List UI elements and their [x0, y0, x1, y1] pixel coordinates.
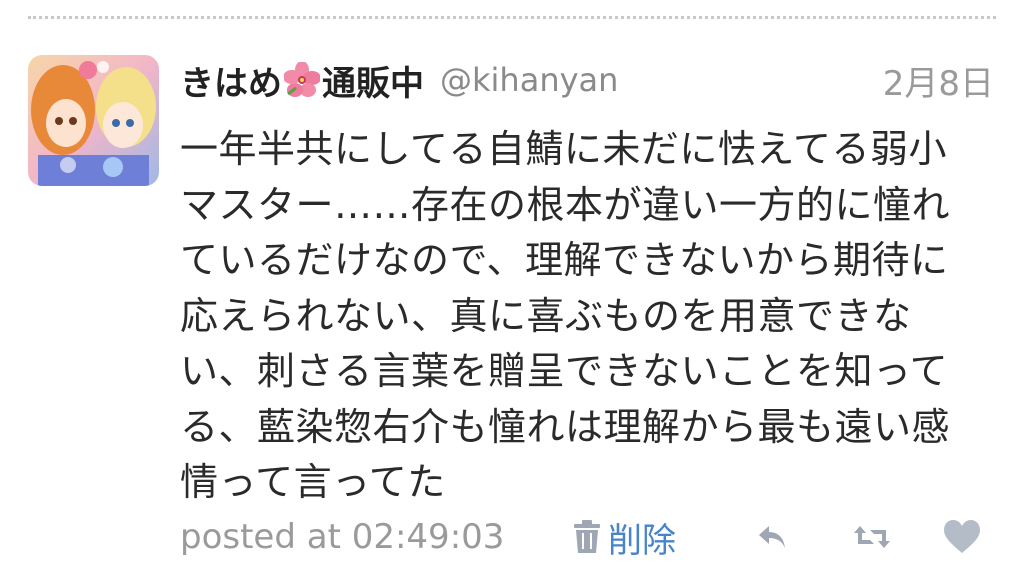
- tweet-author[interactable]: きはめ 通販中 @kihanyan: [180, 55, 618, 105]
- reply-icon: [759, 526, 785, 548]
- avatar-illustration: [28, 55, 159, 186]
- tweet-text: 一年半共にしてる自鯖に未だに怯えてる弱小 マスター……存在の根本が違い一方的に憧…: [180, 127, 951, 504]
- posted-time: posted at 02:49:03: [180, 517, 505, 557]
- retweet-icon: [854, 526, 890, 548]
- delete-button[interactable]: 削除: [572, 512, 676, 562]
- trash-icon: [574, 520, 600, 553]
- hibiscus-icon: [284, 62, 320, 97]
- user-handle: @kihanyan: [440, 61, 619, 99]
- like-button[interactable]: [940, 512, 984, 562]
- dotted-divider: [28, 16, 996, 19]
- display-name-suffix: 通販中: [322, 63, 424, 104]
- delete-label: 削除: [608, 520, 676, 561]
- retweet-button[interactable]: [850, 512, 894, 562]
- reply-button[interactable]: [750, 512, 794, 562]
- heart-icon: [944, 520, 980, 553]
- avatar[interactable]: [28, 55, 159, 186]
- tweet-date[interactable]: 2月8日: [883, 55, 994, 105]
- display-name: きはめ: [180, 63, 282, 104]
